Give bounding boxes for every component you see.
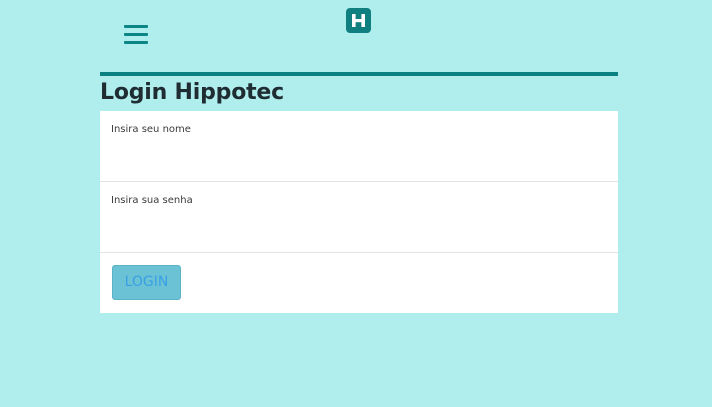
- menu-bar-middle: [124, 33, 148, 36]
- username-field: Insira seu nome: [100, 111, 618, 182]
- hippotec-logo-icon[interactable]: [346, 8, 371, 33]
- login-button[interactable]: LOGIN: [112, 265, 181, 300]
- username-label: Insira seu nome: [111, 124, 191, 135]
- password-label: Insira sua senha: [111, 195, 193, 206]
- menu-bar-bottom: [124, 41, 148, 44]
- header-divider: [100, 72, 618, 76]
- username-input[interactable]: [111, 143, 607, 173]
- password-input[interactable]: [111, 214, 607, 244]
- password-field: Insira sua senha: [100, 182, 618, 253]
- menu-bar-top: [124, 25, 148, 28]
- logo-glyph: [352, 14, 365, 27]
- login-page: Login Hippotec Insira seu nome Insira su…: [0, 0, 712, 407]
- login-form: Insira seu nome Insira sua senha LOGIN: [100, 111, 618, 313]
- hamburger-menu-icon[interactable]: [122, 23, 150, 49]
- page-title: Login Hippotec: [100, 80, 284, 105]
